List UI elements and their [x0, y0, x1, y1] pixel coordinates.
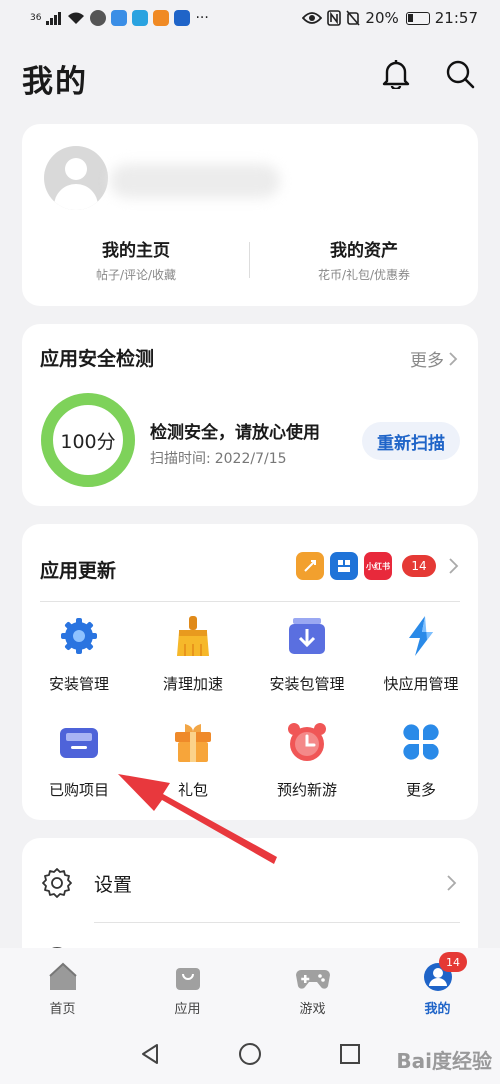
gear-icon	[61, 618, 97, 654]
app-update-title[interactable]: 应用更新	[40, 556, 116, 583]
search-icon[interactable]	[442, 56, 478, 92]
grid-label: 安装包管理	[269, 675, 345, 693]
nav-home[interactable]: 首页	[0, 948, 125, 1024]
my-assets-link[interactable]: 我的资产 花币/礼包/优惠券	[250, 236, 478, 283]
nav-label: 我的	[424, 1002, 451, 1017]
blue-app-icon	[174, 10, 191, 26]
scan-time: 扫描时间: 2022/7/15	[150, 448, 287, 468]
nav-badge: 14	[439, 952, 467, 972]
quick-app-manager-item[interactable]: 快应用管理	[364, 606, 478, 712]
signal-icon	[46, 12, 62, 25]
card-divider	[40, 601, 460, 602]
xiaohongshu-app-icon: 小红书	[364, 552, 392, 580]
security-more-label: 更多	[410, 351, 444, 371]
orange-app-icon	[153, 10, 170, 26]
security-card: 应用安全检测 更多 100分 检测安全，请放心使用 扫描时间: 2022/7/15…	[22, 324, 478, 506]
gift-icon	[175, 724, 211, 762]
settings-label: 设置	[94, 873, 133, 896]
eye-icon	[302, 12, 323, 24]
wifi-icon	[68, 12, 85, 24]
app-update-card: 应用更新 小红书 14 安装管理 清理加速 安装包管理 快应用管理 已购项目 礼…	[22, 524, 478, 820]
battery-icon	[405, 11, 430, 25]
security-score: 100分	[60, 430, 116, 453]
my-home-title: 我的主页	[102, 241, 170, 261]
package-icon	[289, 618, 325, 654]
clover-icon	[403, 724, 439, 760]
update-apps[interactable]: 小红书 14	[296, 552, 460, 580]
back-icon[interactable]	[139, 1043, 161, 1065]
avatar[interactable]	[44, 146, 108, 210]
page-title: 我的	[22, 64, 88, 100]
home-circle-icon[interactable]	[238, 1042, 262, 1066]
nav-games[interactable]: 游戏	[250, 948, 375, 1024]
signal-text: 36	[30, 13, 42, 23]
home-icon	[48, 962, 77, 990]
rocket-app-icon	[296, 552, 324, 580]
my-assets-subtitle: 花币/礼包/优惠券	[317, 268, 411, 282]
grid-label: 更多	[405, 781, 436, 799]
nfc-icon	[327, 10, 342, 26]
grid-label: 安装管理	[48, 675, 109, 693]
status-left: 36 ···	[30, 10, 209, 26]
notification-bell-icon[interactable]	[378, 56, 414, 92]
settings-gear-icon	[42, 868, 72, 898]
security-title: 应用安全检测	[40, 348, 155, 370]
profile-card: 我的主页 帖子/评论/收藏 我的资产 花币/礼包/优惠券	[22, 124, 478, 306]
shopping-bag-icon	[175, 968, 200, 990]
security-more-link[interactable]: 更多	[410, 346, 458, 371]
recents-icon[interactable]	[339, 1043, 361, 1065]
clock: 21:57	[434, 9, 478, 27]
battery-percent: 20%	[365, 9, 399, 27]
more-tools-item[interactable]: 更多	[364, 712, 478, 818]
package-manager-item[interactable]: 安装包管理	[250, 606, 364, 712]
app-notification-icon	[90, 10, 107, 26]
tools-grid: 安装管理 清理加速 安装包管理 快应用管理 已购项目 礼包 预约新游 更多	[22, 606, 478, 818]
install-manager-item[interactable]: 安装管理	[22, 606, 136, 712]
avatar-body	[54, 184, 98, 210]
username-blurred[interactable]	[110, 164, 280, 198]
grid-label: 礼包	[177, 781, 208, 799]
chevron-right-icon	[449, 351, 458, 366]
my-assets-title: 我的资产	[330, 241, 398, 261]
grid-label: 快应用管理	[383, 675, 459, 693]
watermark: Bai度经验	[396, 1049, 492, 1073]
gamepad-icon	[295, 970, 330, 989]
update-count-badge: 14	[402, 555, 436, 577]
nav-label: 首页	[49, 1002, 76, 1017]
avatar-head	[65, 158, 87, 180]
mute-icon	[346, 10, 361, 26]
nav-mine[interactable]: 我的 14	[375, 948, 500, 1024]
security-status: 检测安全，请放心使用	[150, 423, 320, 443]
cloud-app-icon	[111, 10, 128, 26]
rescan-button[interactable]: 重新扫描	[362, 422, 460, 460]
status-bar: 36 ··· 20% 21:57	[0, 0, 500, 36]
scan-time-value: 2022/7/15	[214, 451, 287, 467]
bottom-nav: 首页 应用 游戏 我的 14	[0, 948, 500, 1024]
grid-label: 清理加速	[162, 675, 223, 693]
broom-icon	[177, 616, 209, 656]
alarm-clock-icon	[288, 723, 326, 761]
scan-time-label: 扫描时间:	[150, 451, 211, 467]
settings-divider	[94, 922, 460, 923]
inbox-icon	[60, 728, 98, 758]
blue-app-icon	[330, 552, 358, 580]
nav-apps[interactable]: 应用	[125, 948, 250, 1024]
my-home-subtitle: 帖子/评论/收藏	[95, 268, 177, 282]
game-reservation-item[interactable]: 预约新游	[250, 712, 364, 818]
nav-label: 应用	[174, 1002, 201, 1017]
grid-label: 已购项目	[48, 781, 109, 799]
my-home-link[interactable]: 我的主页 帖子/评论/收藏	[22, 236, 250, 283]
chevron-right-icon	[449, 558, 459, 574]
purchased-items-item[interactable]: 已购项目	[22, 712, 136, 818]
grid-label: 预约新游	[276, 781, 337, 799]
settings-row[interactable]: 设置	[22, 860, 478, 906]
cleanup-item[interactable]: 清理加速	[136, 606, 250, 712]
chevron-right-icon	[447, 875, 457, 891]
search-app-icon	[132, 10, 149, 26]
nav-label: 游戏	[299, 1002, 326, 1017]
gift-pack-item[interactable]: 礼包	[136, 712, 250, 818]
status-right: 20% 21:57	[302, 9, 478, 27]
lightning-icon	[409, 616, 433, 656]
more-notifications-icon: ···	[195, 10, 209, 26]
